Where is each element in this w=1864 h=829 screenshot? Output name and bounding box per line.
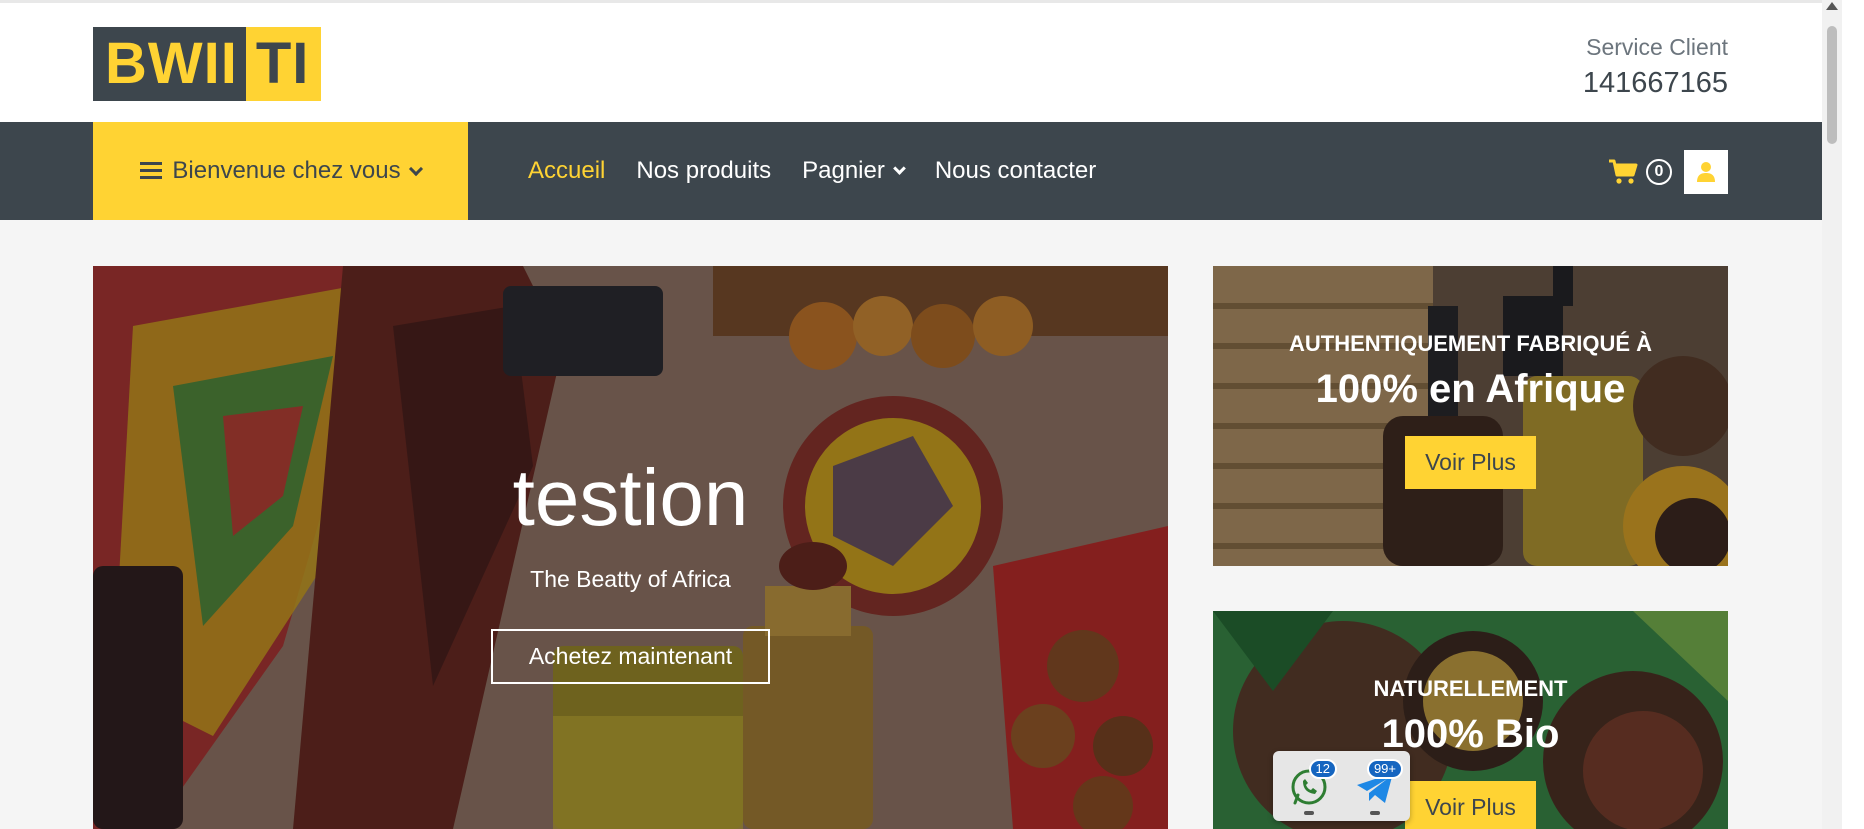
logo-part-2: TI [245, 27, 322, 101]
menu-icon [140, 162, 163, 180]
nav-link-contact[interactable]: Nous contacter [935, 157, 1096, 185]
hero-title: testion [512, 453, 749, 542]
hero-content: testion The Beatty of Africa Achetez mai… [93, 456, 1168, 684]
nav-link-label: Nos produits [636, 157, 772, 184]
chevron-down-icon [408, 161, 423, 176]
nav-actions: 0 [1608, 150, 1728, 194]
chevron-down-icon [892, 162, 906, 175]
hero-subtitle: The Beatty of Africa [530, 566, 731, 592]
offer-title: 100% en Afrique [1315, 367, 1626, 411]
categories-label: Bienvenue chez vous [172, 157, 401, 184]
service-label: Service Client [1586, 34, 1728, 60]
whatsapp-badge: 12 [1308, 759, 1337, 779]
offer-kicker: NATURELLEMENT [1373, 676, 1568, 701]
telegram-badge: 99+ [1366, 759, 1403, 779]
offer-kicker: AUTHENTIQUEMENT FABRIQUÉ À [1289, 331, 1652, 356]
cart-icon[interactable] [1608, 159, 1638, 185]
window-edge [1842, 0, 1864, 829]
scroll-thumb[interactable] [1827, 26, 1837, 144]
whatsapp-button[interactable]: 12 [1287, 759, 1337, 815]
see-more-button[interactable]: Voir Plus [1405, 436, 1536, 489]
nav-link-accueil[interactable]: Accueil [528, 157, 605, 185]
nav-link-panier[interactable]: Pagnier [802, 157, 906, 185]
main-navbar: Bienvenue chez vous Accueil Nos produits… [0, 122, 1822, 220]
offer-content: AUTHENTIQUEMENT FABRIQUÉ À 100% en Afriq… [1213, 330, 1728, 489]
nav-link-label: Nous contacter [934, 157, 1097, 184]
logo-part-1: BWII [93, 27, 246, 101]
page: BWII TI Service Client 141667165 Bienven… [0, 0, 1864, 829]
offer-card-africa: AUTHENTIQUEMENT FABRIQUÉ À 100% en Afriq… [1213, 266, 1728, 566]
vertical-scrollbar[interactable] [1822, 0, 1842, 829]
nav-link-label: Pagnier [802, 157, 885, 184]
scroll-up-arrow[interactable] [1826, 2, 1838, 10]
service-phone: 141667165 [1582, 67, 1728, 99]
widget-indicator [1370, 811, 1380, 815]
buy-now-button[interactable]: Achetez maintenant [490, 629, 771, 684]
cart-count-badge: 0 [1646, 159, 1672, 185]
widget-indicator [1304, 811, 1314, 815]
nav-link-produits[interactable]: Nos produits [636, 157, 771, 185]
user-account-button[interactable] [1684, 150, 1728, 194]
telegram-button[interactable]: 99+ [1353, 759, 1403, 815]
top-header: BWII TI Service Client 141667165 [0, 0, 1822, 122]
chat-widget: 12 99+ [1273, 751, 1410, 821]
site-logo[interactable]: BWII TI [93, 27, 322, 101]
customer-service: Service Client 141667165 [1583, 33, 1728, 103]
categories-button[interactable]: Bienvenue chez vous [93, 122, 468, 220]
see-more-button[interactable]: Voir Plus [1405, 781, 1536, 829]
nav-links: Accueil Nos produits Pagnier Nous contac… [528, 122, 1096, 220]
user-icon [1697, 162, 1715, 182]
hero-banner: testion The Beatty of Africa Achetez mai… [93, 266, 1168, 829]
nav-link-label: Accueil [528, 157, 606, 184]
